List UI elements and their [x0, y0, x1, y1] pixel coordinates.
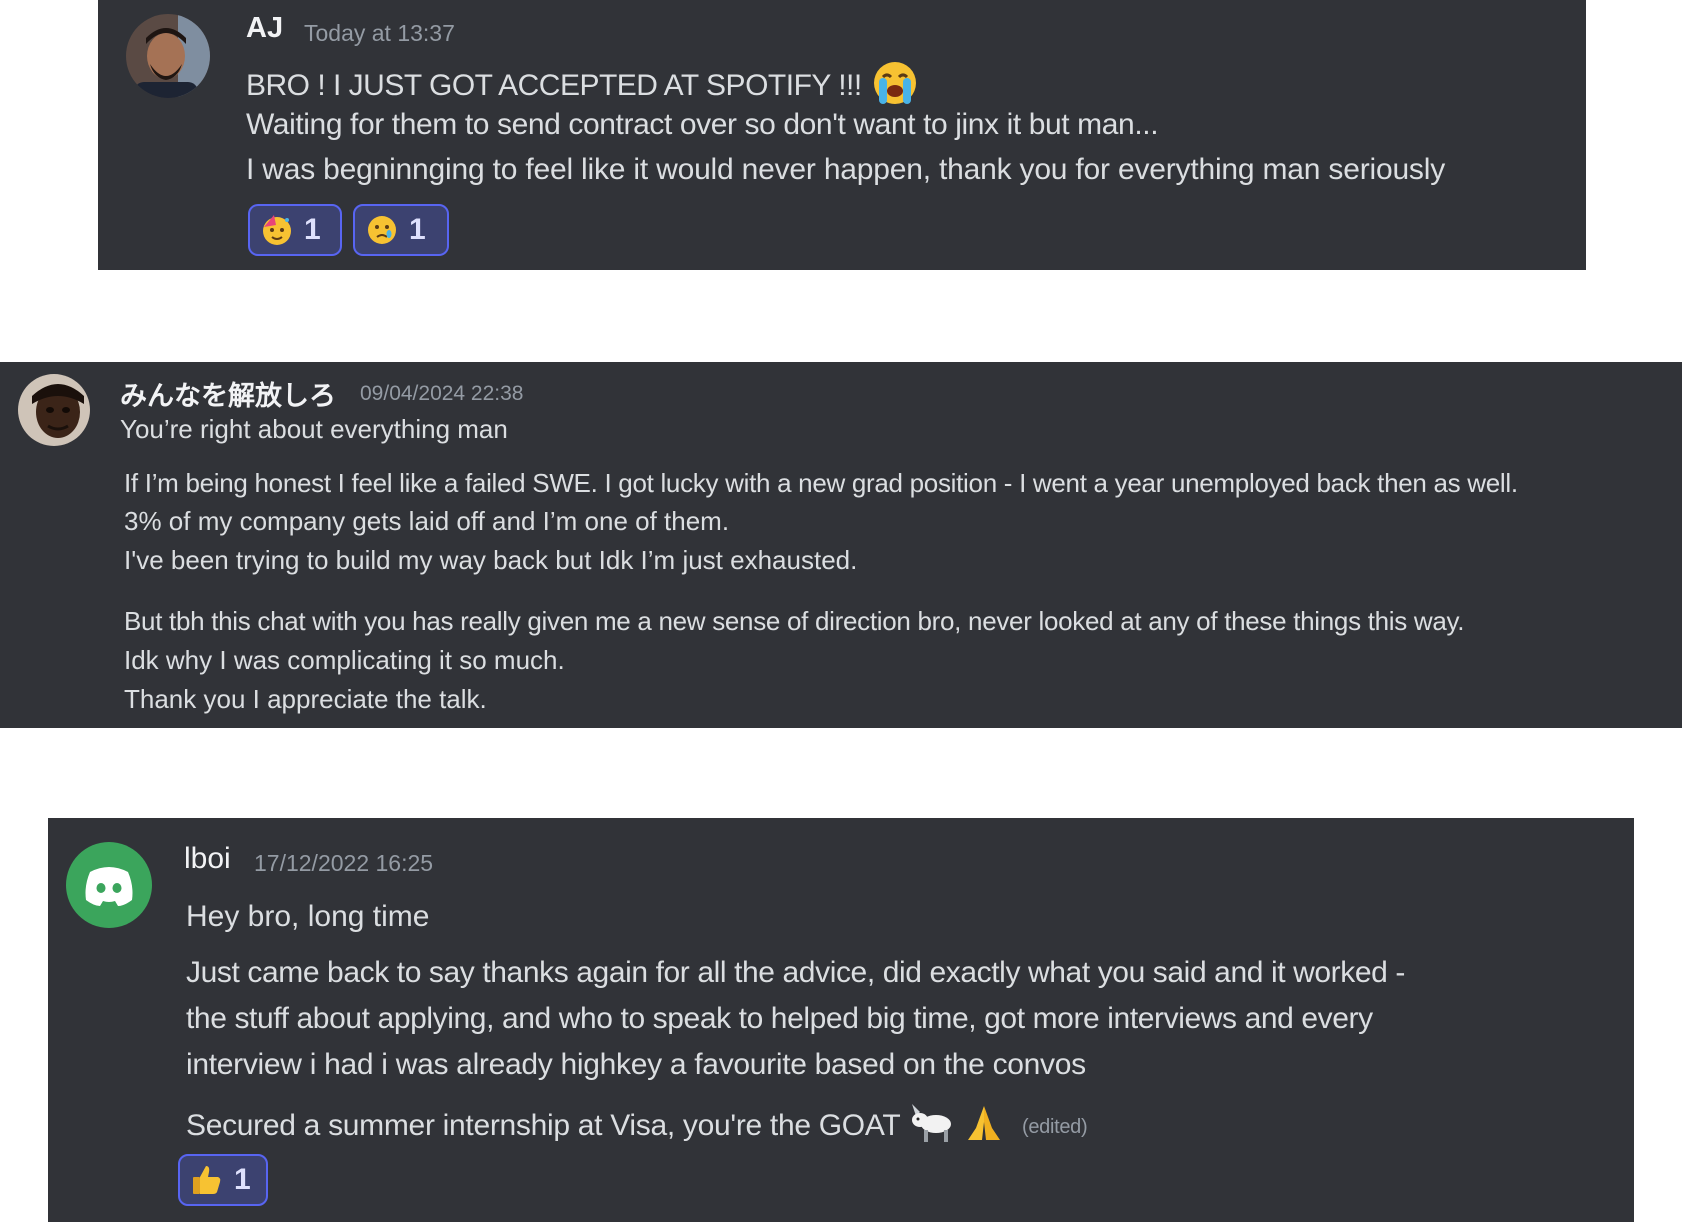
message-card-japanese-user: みんなを解放しろ 09/04/2024 22:38 You’re right a… [0, 362, 1682, 728]
message-card-lboi: lboi 17/12/2022 16:25 Hey bro, long time… [48, 818, 1634, 1222]
message-text: Waiting for them to send contract over s… [246, 108, 1159, 141]
thumbs-up-icon [190, 1163, 224, 1197]
edited-label: (edited) [1021, 1115, 1088, 1138]
reaction-count: 1 [234, 1163, 251, 1196]
message-timestamp: Today at 13:37 [304, 20, 455, 46]
avatar[interactable] [126, 14, 210, 98]
folded-hands-emoji [962, 1102, 1006, 1152]
author-name[interactable]: lboi [184, 842, 231, 876]
message-text: You’re right about everything man [120, 414, 508, 444]
discord-logo-icon [66, 867, 152, 928]
author-name[interactable]: AJ [246, 12, 283, 45]
reaction-count: 1 [409, 213, 426, 246]
message-text: Idk why I was complicating it so much. [124, 645, 565, 675]
reaction-crying-face[interactable]: 1 [353, 204, 449, 256]
reaction-count: 1 [304, 213, 321, 246]
message-line: Secured a summer internship at Visa, you… [186, 1102, 1088, 1152]
avatar[interactable] [66, 842, 152, 928]
message-text: Thank you I appreciate the talk. [124, 684, 487, 714]
message-text: Secured a summer internship at Visa, you… [186, 1108, 900, 1142]
message-text: interview i had i was already highkey a … [186, 1048, 1086, 1081]
message-timestamp: 09/04/2024 22:38 [360, 382, 524, 405]
goat-emoji [908, 1102, 954, 1152]
message-text: I've been trying to build my way back bu… [124, 545, 858, 575]
message-timestamp: 17/12/2022 16:25 [254, 850, 434, 876]
message-text: BRO ! I JUST GOT ACCEPTED AT SPOTIFY !!! [246, 68, 862, 102]
reaction-partying-face[interactable]: 1 [248, 204, 342, 256]
avatar[interactable] [18, 374, 90, 446]
message-text: If I’m being honest I feel like a failed… [124, 468, 1518, 498]
reaction-thumbs-up[interactable]: 1 [178, 1154, 268, 1206]
crying-face-icon [365, 213, 399, 247]
message-text: Hey bro, long time [186, 900, 430, 933]
message-text: I was begninnging to feel like it would … [246, 153, 1445, 186]
message-text: 3% of my company gets laid off and I’m o… [124, 506, 730, 536]
message-text: the stuff about applying, and who to spe… [186, 1002, 1373, 1035]
message-text: But tbh this chat with you has really gi… [124, 606, 1465, 636]
partying-face-icon [260, 213, 294, 247]
message-text: Just came back to say thanks again for a… [186, 956, 1405, 989]
message-card-aj: AJ Today at 13:37 BRO ! I JUST GOT ACCEP… [98, 0, 1586, 270]
author-name[interactable]: みんなを解放しろ [120, 374, 336, 413]
